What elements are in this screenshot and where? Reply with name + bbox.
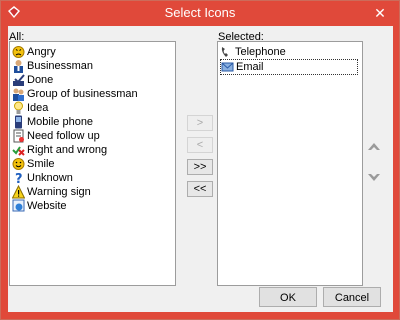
angry-face-icon [12, 46, 25, 58]
list-item-website[interactable]: Website [12, 199, 67, 213]
email-icon [221, 62, 234, 72]
smile-face-icon [12, 158, 25, 170]
list-item-right-and-wrong[interactable]: Right and wrong [12, 143, 107, 157]
ok-button[interactable]: OK [259, 287, 317, 307]
svg-text:?: ? [15, 172, 23, 185]
window-title: Select Icons [164, 5, 236, 20]
mobile-phone-icon [15, 115, 22, 129]
list-item-mobile-phone[interactable]: Mobile phone [12, 115, 93, 129]
list-item-need-follow-up[interactable]: Need follow up [12, 129, 100, 143]
selected-item-telephone[interactable]: Telephone [220, 45, 286, 59]
done-check-icon [13, 74, 25, 86]
list-item-idea[interactable]: Idea [12, 101, 48, 115]
add-all-button[interactable]: >> [187, 159, 213, 175]
group-icon [13, 88, 24, 101]
list-item-unknown[interactable]: ? Unknown [12, 171, 73, 185]
warning-icon [12, 185, 25, 199]
all-icons-list[interactable]: Angry Businessman Done Group of business… [9, 41, 176, 286]
list-item-smile[interactable]: Smile [12, 157, 55, 171]
title-bar[interactable]: Select Icons ✕ [1, 1, 399, 26]
remove-selected-button[interactable]: < [187, 137, 213, 153]
selected-icons-list[interactable]: Telephone Email [217, 41, 363, 286]
businessman-icon [14, 60, 23, 73]
dialog-client: All: Angry Businessman Done Group of bus… [8, 26, 393, 312]
list-item-angry[interactable]: Angry [12, 45, 56, 59]
list-item-done[interactable]: Done [12, 73, 53, 87]
dialog-window: Select Icons ✕ All: Angry Businessman Do… [0, 0, 400, 320]
lightbulb-icon [14, 101, 23, 114]
cancel-button[interactable]: Cancel [323, 287, 381, 307]
move-up-arrow-icon[interactable] [367, 142, 381, 152]
selected-item-email[interactable]: Email [220, 59, 358, 75]
remove-all-button[interactable]: << [187, 181, 213, 197]
list-item-warning-sign[interactable]: Warning sign [12, 185, 91, 199]
website-icon [12, 199, 25, 212]
move-down-arrow-icon[interactable] [367, 172, 381, 182]
question-mark-icon: ? [15, 172, 23, 185]
right-wrong-icon [12, 146, 25, 156]
telephone-icon [221, 47, 228, 57]
list-item-group[interactable]: Group of businessman [12, 87, 138, 101]
follow-up-icon [13, 129, 24, 143]
add-selected-button[interactable]: > [187, 115, 213, 131]
list-item-businessman[interactable]: Businessman [12, 59, 93, 73]
close-button[interactable]: ✕ [369, 4, 391, 22]
